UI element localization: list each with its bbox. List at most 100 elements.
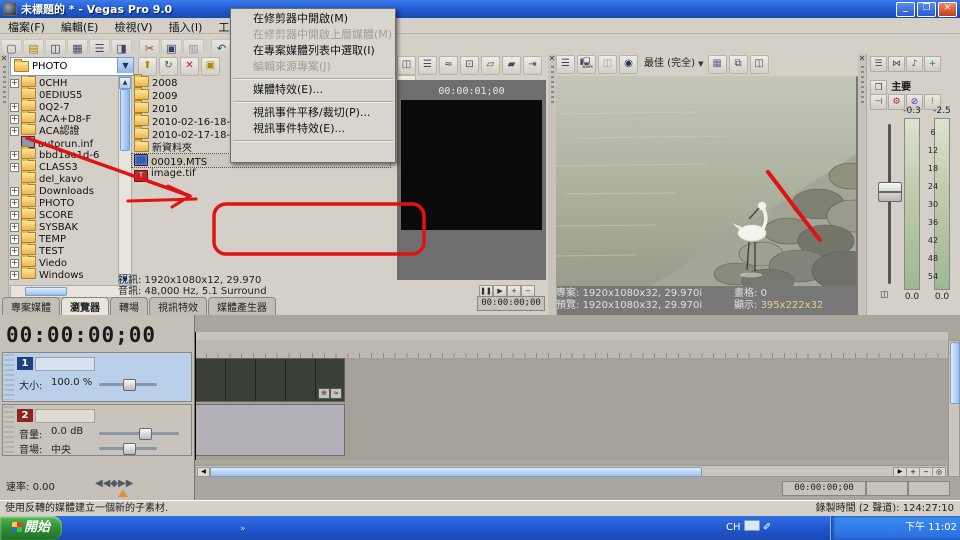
master-fader-handle[interactable] <box>878 182 902 202</box>
overlay-a-icon[interactable]: ▱ <box>481 56 500 75</box>
chevron-icon[interactable]: » <box>240 524 246 534</box>
preview-quality-dropdown[interactable]: 最佳 (完全) ▼ <box>640 54 708 69</box>
expand-icon[interactable]: + <box>10 259 19 268</box>
tc-in-icon[interactable]: ⇥ <box>523 56 542 75</box>
expand-icon[interactable]: + <box>10 103 19 112</box>
close-panel-icon[interactable]: ✕ <box>0 54 8 63</box>
minimize-button[interactable]: _ <box>896 1 915 17</box>
file-item[interactable]: Timage.tif <box>132 167 390 182</box>
context-menu-item[interactable]: 在專案媒體列表中選取(I) <box>231 43 395 59</box>
cursor-timecode-display[interactable]: 00:00:00;00 <box>6 323 188 349</box>
downmix-icon[interactable]: ⋈ <box>888 56 905 72</box>
slider-handle[interactable] <box>123 379 136 391</box>
scroll-thumb[interactable] <box>120 89 130 151</box>
scroll-up-icon[interactable]: ▲ <box>119 77 131 89</box>
scroll-thumb[interactable] <box>210 467 702 477</box>
tab-視訊特效[interactable]: 視訊特效 <box>149 297 207 316</box>
context-menu-item[interactable] <box>231 144 395 160</box>
delete-icon[interactable]: ✕ <box>180 57 199 76</box>
chevron-down-icon[interactable]: ▼ <box>117 58 133 73</box>
expand-icon[interactable]: + <box>10 211 19 220</box>
timeline-cursor[interactable] <box>195 332 196 460</box>
expand-icon[interactable]: + <box>10 235 19 244</box>
expand-icon[interactable]: + <box>10 187 19 196</box>
overlay-grid-icon[interactable]: ▦ <box>707 55 727 74</box>
lock-fader-icon[interactable]: ◫ <box>880 290 889 300</box>
keyboard-icon[interactable] <box>743 520 760 531</box>
context-menu-item[interactable]: 視訊事件平移/裁切(P)... <box>231 105 395 121</box>
refresh-icon[interactable]: ↻ <box>159 57 178 76</box>
close-button[interactable]: ✕ <box>938 1 957 17</box>
track-name-field[interactable] <box>35 357 95 371</box>
context-menu-item[interactable]: 視訊事件特效(E)... <box>231 121 395 137</box>
zoom-in-icon[interactable]: + <box>906 467 920 477</box>
new-folder-icon[interactable]: ▣ <box>201 57 220 76</box>
zoom-tool-icon[interactable]: ◎ <box>932 467 946 477</box>
trim-fx-icon[interactable]: ≈ <box>439 56 458 75</box>
add-bus-icon[interactable]: + <box>924 56 941 72</box>
panel-grip[interactable]: ✕ <box>0 54 9 315</box>
zoom-out-icon[interactable]: − <box>919 467 933 477</box>
video-track-header[interactable]: 1 大小: 100.0 % <box>2 352 192 402</box>
shuttle-marker[interactable] <box>118 489 128 497</box>
slider-handle[interactable] <box>139 428 152 440</box>
tab-媒體產生器[interactable]: 媒體產生器 <box>208 297 276 316</box>
quality-color-icon[interactable]: ◉ <box>619 55 638 74</box>
video-event[interactable]: ⊕ ≈ <box>195 358 345 402</box>
expand-icon[interactable]: + <box>10 79 19 88</box>
language-indicator[interactable]: CH ✐ <box>726 516 771 540</box>
external-monitor-icon[interactable]: 🖳 <box>577 55 596 74</box>
dim-output-icon[interactable]: ♪ <box>906 56 923 72</box>
audio-event[interactable] <box>195 404 345 456</box>
selection-timecode[interactable]: 00:00:00;00 <box>782 481 866 496</box>
size-slider[interactable] <box>99 379 157 391</box>
slider-handle[interactable] <box>123 443 136 455</box>
time-ruler[interactable] <box>195 340 948 359</box>
audio-track-header[interactable]: 2 音量: 0.0 dB 音場: 中央 <box>2 404 192 456</box>
context-menu-item[interactable]: 在修剪器中開啟(M) <box>231 11 395 27</box>
save-snapshot-icon[interactable]: ◫ <box>749 55 769 74</box>
expand-icon[interactable]: + <box>10 163 19 172</box>
track-size-value[interactable]: 100.0 % <box>51 377 92 388</box>
volume-value[interactable]: 0.0 dB <box>51 426 83 437</box>
tree-scrollbar[interactable]: ▲ ▼ <box>118 76 132 286</box>
event-fx-icon[interactable]: ≈ <box>330 388 342 399</box>
pan-slider[interactable] <box>99 443 157 455</box>
scroll-thumb[interactable] <box>950 342 960 404</box>
tree-item[interactable]: + ACA認證 <box>10 122 116 137</box>
pan-crop-icon[interactable]: ⊕ <box>318 388 330 399</box>
project-video-properties-icon[interactable]: ☰ <box>556 55 575 74</box>
close-panel-icon[interactable]: ✕ <box>548 54 556 63</box>
address-combo[interactable]: PHOTO ▼ <box>10 57 134 76</box>
track-grip[interactable] <box>4 406 14 454</box>
tree-item[interactable]: + Windows <box>10 266 116 281</box>
panel-grip[interactable]: ✕ <box>858 54 867 315</box>
expand-icon[interactable]: + <box>10 127 19 136</box>
scroll-thumb[interactable] <box>25 287 67 296</box>
tab-專案媒體[interactable]: 專案媒體 <box>2 297 60 316</box>
scroll-left-icon[interactable]: ◀ <box>197 467 210 477</box>
timeline-vscrollbar[interactable] <box>948 340 960 477</box>
close-panel-icon[interactable]: ✕ <box>858 54 866 63</box>
trimmer-end-timecode[interactable]: 00:00:00;00 <box>477 296 545 311</box>
expand-icon[interactable]: + <box>10 271 19 280</box>
scroll-right-icon[interactable]: ▶ <box>893 467 907 477</box>
pan-value[interactable]: 中央 <box>51 441 71 456</box>
shuttle-control[interactable]: ◀◀◆▶▶ <box>95 478 133 489</box>
trim-properties-icon[interactable]: ☰ <box>418 56 437 75</box>
context-menu-item[interactable]: 媒體特效(E)... <box>231 82 395 98</box>
tab-轉場[interactable]: 轉場 <box>110 297 148 316</box>
tab-瀏覽器[interactable]: 瀏覽器 <box>61 297 109 316</box>
copy-snapshot-icon[interactable]: ⧉ <box>728 55 748 74</box>
fader-mode-icon[interactable]: ⊣ <box>870 94 887 110</box>
save-trim-icon[interactable]: ◫ <box>397 56 416 75</box>
expand-icon[interactable]: + <box>10 151 19 160</box>
expand-icon[interactable]: + <box>10 199 19 208</box>
expand-icon[interactable]: + <box>10 223 19 232</box>
overlay-b-icon[interactable]: ▰ <box>502 56 521 75</box>
selection-field[interactable] <box>866 481 908 496</box>
expand-icon[interactable]: + <box>10 247 19 256</box>
maximize-button[interactable]: ❐ <box>917 1 936 17</box>
expand-icon[interactable]: + <box>10 115 19 124</box>
timeline-hscrollbar[interactable]: ◀ ▶ + − ◎ <box>195 465 948 477</box>
